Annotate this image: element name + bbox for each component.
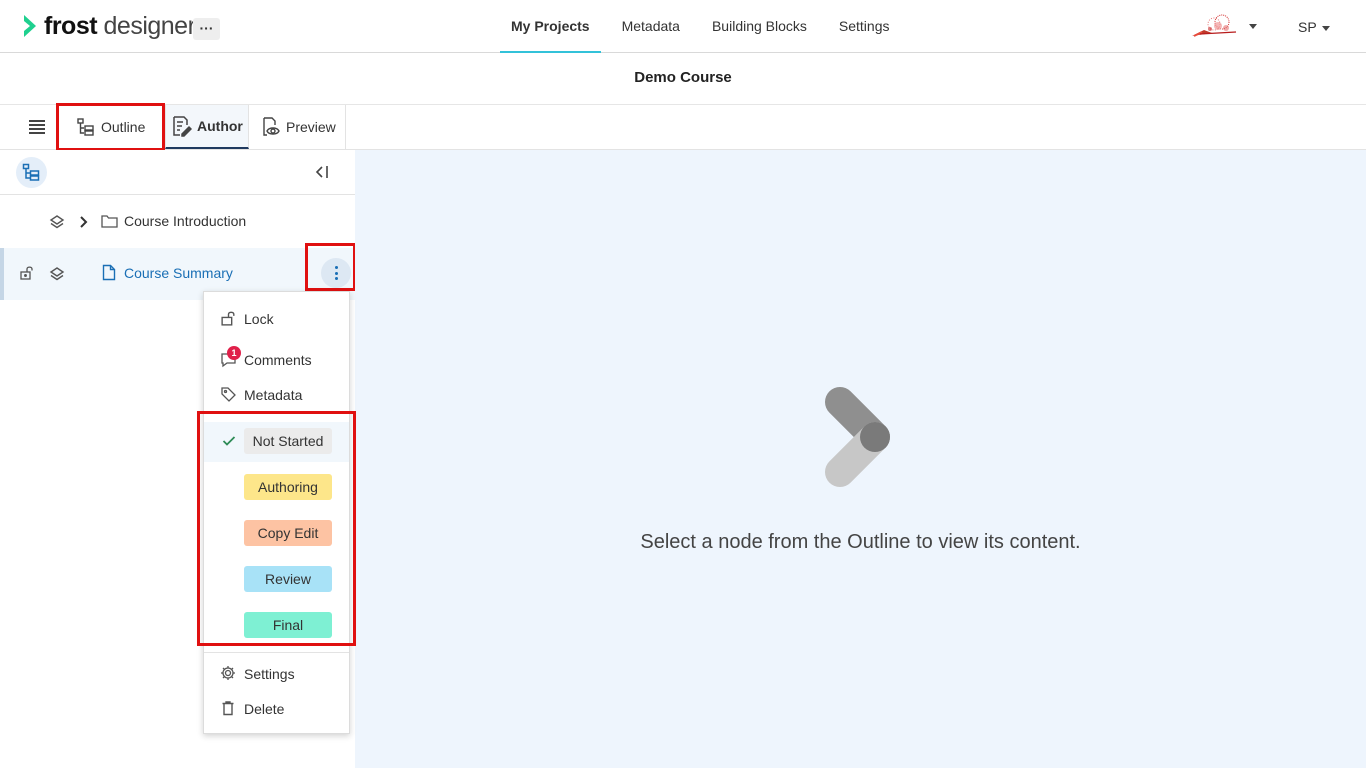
course-title-bar: Demo Course — [0, 54, 1366, 105]
mode-toolbar: Outline Author Preview — [0, 105, 1366, 150]
user-menu[interactable]: SP — [1298, 19, 1317, 35]
nav-metadata[interactable]: Metadata — [611, 0, 691, 53]
status-pill: Not Started — [244, 428, 332, 454]
layers-icon[interactable] — [49, 266, 65, 282]
tree-node-course-introduction[interactable]: Course Introduction — [0, 196, 355, 248]
lock-open-icon — [221, 311, 235, 326]
menu-item-delete[interactable]: Delete — [204, 692, 349, 726]
tab-outline[interactable]: Outline — [56, 105, 165, 149]
nav-my-projects[interactable]: My Projects — [500, 0, 601, 53]
collapse-panel-icon[interactable] — [314, 164, 330, 180]
status-pill: Copy Edit — [244, 520, 332, 546]
menu-item-metadata[interactable]: Metadata — [204, 378, 349, 412]
user-dropdown-caret-icon[interactable] — [1322, 26, 1330, 31]
status-pill: Authoring — [244, 474, 332, 500]
author-edit-icon — [173, 116, 192, 137]
organization-logo[interactable] — [1190, 12, 1242, 40]
menu-item-label: Comments — [244, 352, 312, 368]
tab-preview[interactable]: Preview — [249, 105, 346, 149]
menu-item-label: Lock — [244, 311, 274, 327]
nav-settings[interactable]: Settings — [828, 0, 901, 53]
outline-panel-header — [0, 150, 355, 195]
status-pill: Final — [244, 612, 332, 638]
lock-open-icon[interactable] — [19, 265, 35, 281]
nav-building-blocks[interactable]: Building Blocks — [701, 0, 818, 53]
content-area: Select a node from the Outline to view i… — [355, 150, 1366, 768]
menu-item-comments[interactable]: 1 Comments — [204, 343, 349, 377]
menu-item-label: Settings — [244, 666, 295, 682]
tab-author[interactable]: Author — [165, 105, 249, 149]
tab-author-label: Author — [197, 118, 243, 134]
main-nav: My Projects Metadata Building Blocks Set… — [500, 0, 911, 53]
tree-view-icon — [22, 163, 40, 181]
tab-outline-label: Outline — [101, 119, 146, 135]
checkmark-icon — [222, 436, 236, 446]
outline-tree-icon — [77, 118, 94, 136]
status-pill: Review — [244, 566, 332, 592]
tab-preview-label: Preview — [286, 119, 336, 135]
status-option-copy-edit[interactable]: Copy Edit — [204, 514, 349, 554]
status-option-authoring[interactable]: Authoring — [204, 468, 349, 508]
tree-node-label: Course Summary — [124, 265, 233, 281]
top-navigation: frost designer ··· My Projects Metadata … — [0, 0, 1366, 53]
logo-wordmark: frost designer — [44, 12, 196, 40]
layers-icon[interactable] — [49, 214, 65, 230]
tag-icon — [221, 387, 236, 402]
more-menu-button[interactable]: ··· — [193, 18, 220, 40]
preview-eye-icon — [263, 117, 280, 136]
course-title: Demo Course — [634, 69, 732, 86]
tree-node-label: Course Introduction — [124, 213, 247, 229]
empty-state-message: Select a node from the Outline to view i… — [640, 531, 1081, 553]
hamburger-menu-icon[interactable] — [29, 120, 45, 134]
trash-icon — [222, 701, 234, 716]
logo-chevron-icon — [24, 15, 36, 37]
chevron-right-icon[interactable] — [78, 214, 90, 230]
node-options-button[interactable] — [321, 258, 351, 288]
placeholder-chevron-icon — [825, 387, 890, 487]
outline-view-button[interactable] — [16, 157, 47, 188]
menu-item-label: Metadata — [244, 387, 303, 403]
folder-icon — [101, 215, 118, 228]
menu-item-settings[interactable]: Settings — [204, 657, 349, 691]
status-option-final[interactable]: Final — [204, 606, 349, 646]
gear-icon — [221, 666, 235, 680]
menu-item-label: Delete — [244, 701, 285, 717]
page-icon — [102, 264, 116, 281]
menu-divider — [204, 652, 349, 653]
menu-item-lock[interactable]: Lock — [204, 302, 349, 336]
status-option-not-started[interactable]: Not Started — [204, 422, 349, 462]
comment-count-badge: 1 — [227, 346, 241, 360]
node-context-menu: Lock 1 Comments Metadata Not Started Aut… — [203, 291, 350, 734]
app-logo[interactable]: frost designer — [22, 12, 196, 40]
org-dropdown-caret-icon[interactable] — [1249, 24, 1257, 29]
status-option-review[interactable]: Review — [204, 560, 349, 600]
